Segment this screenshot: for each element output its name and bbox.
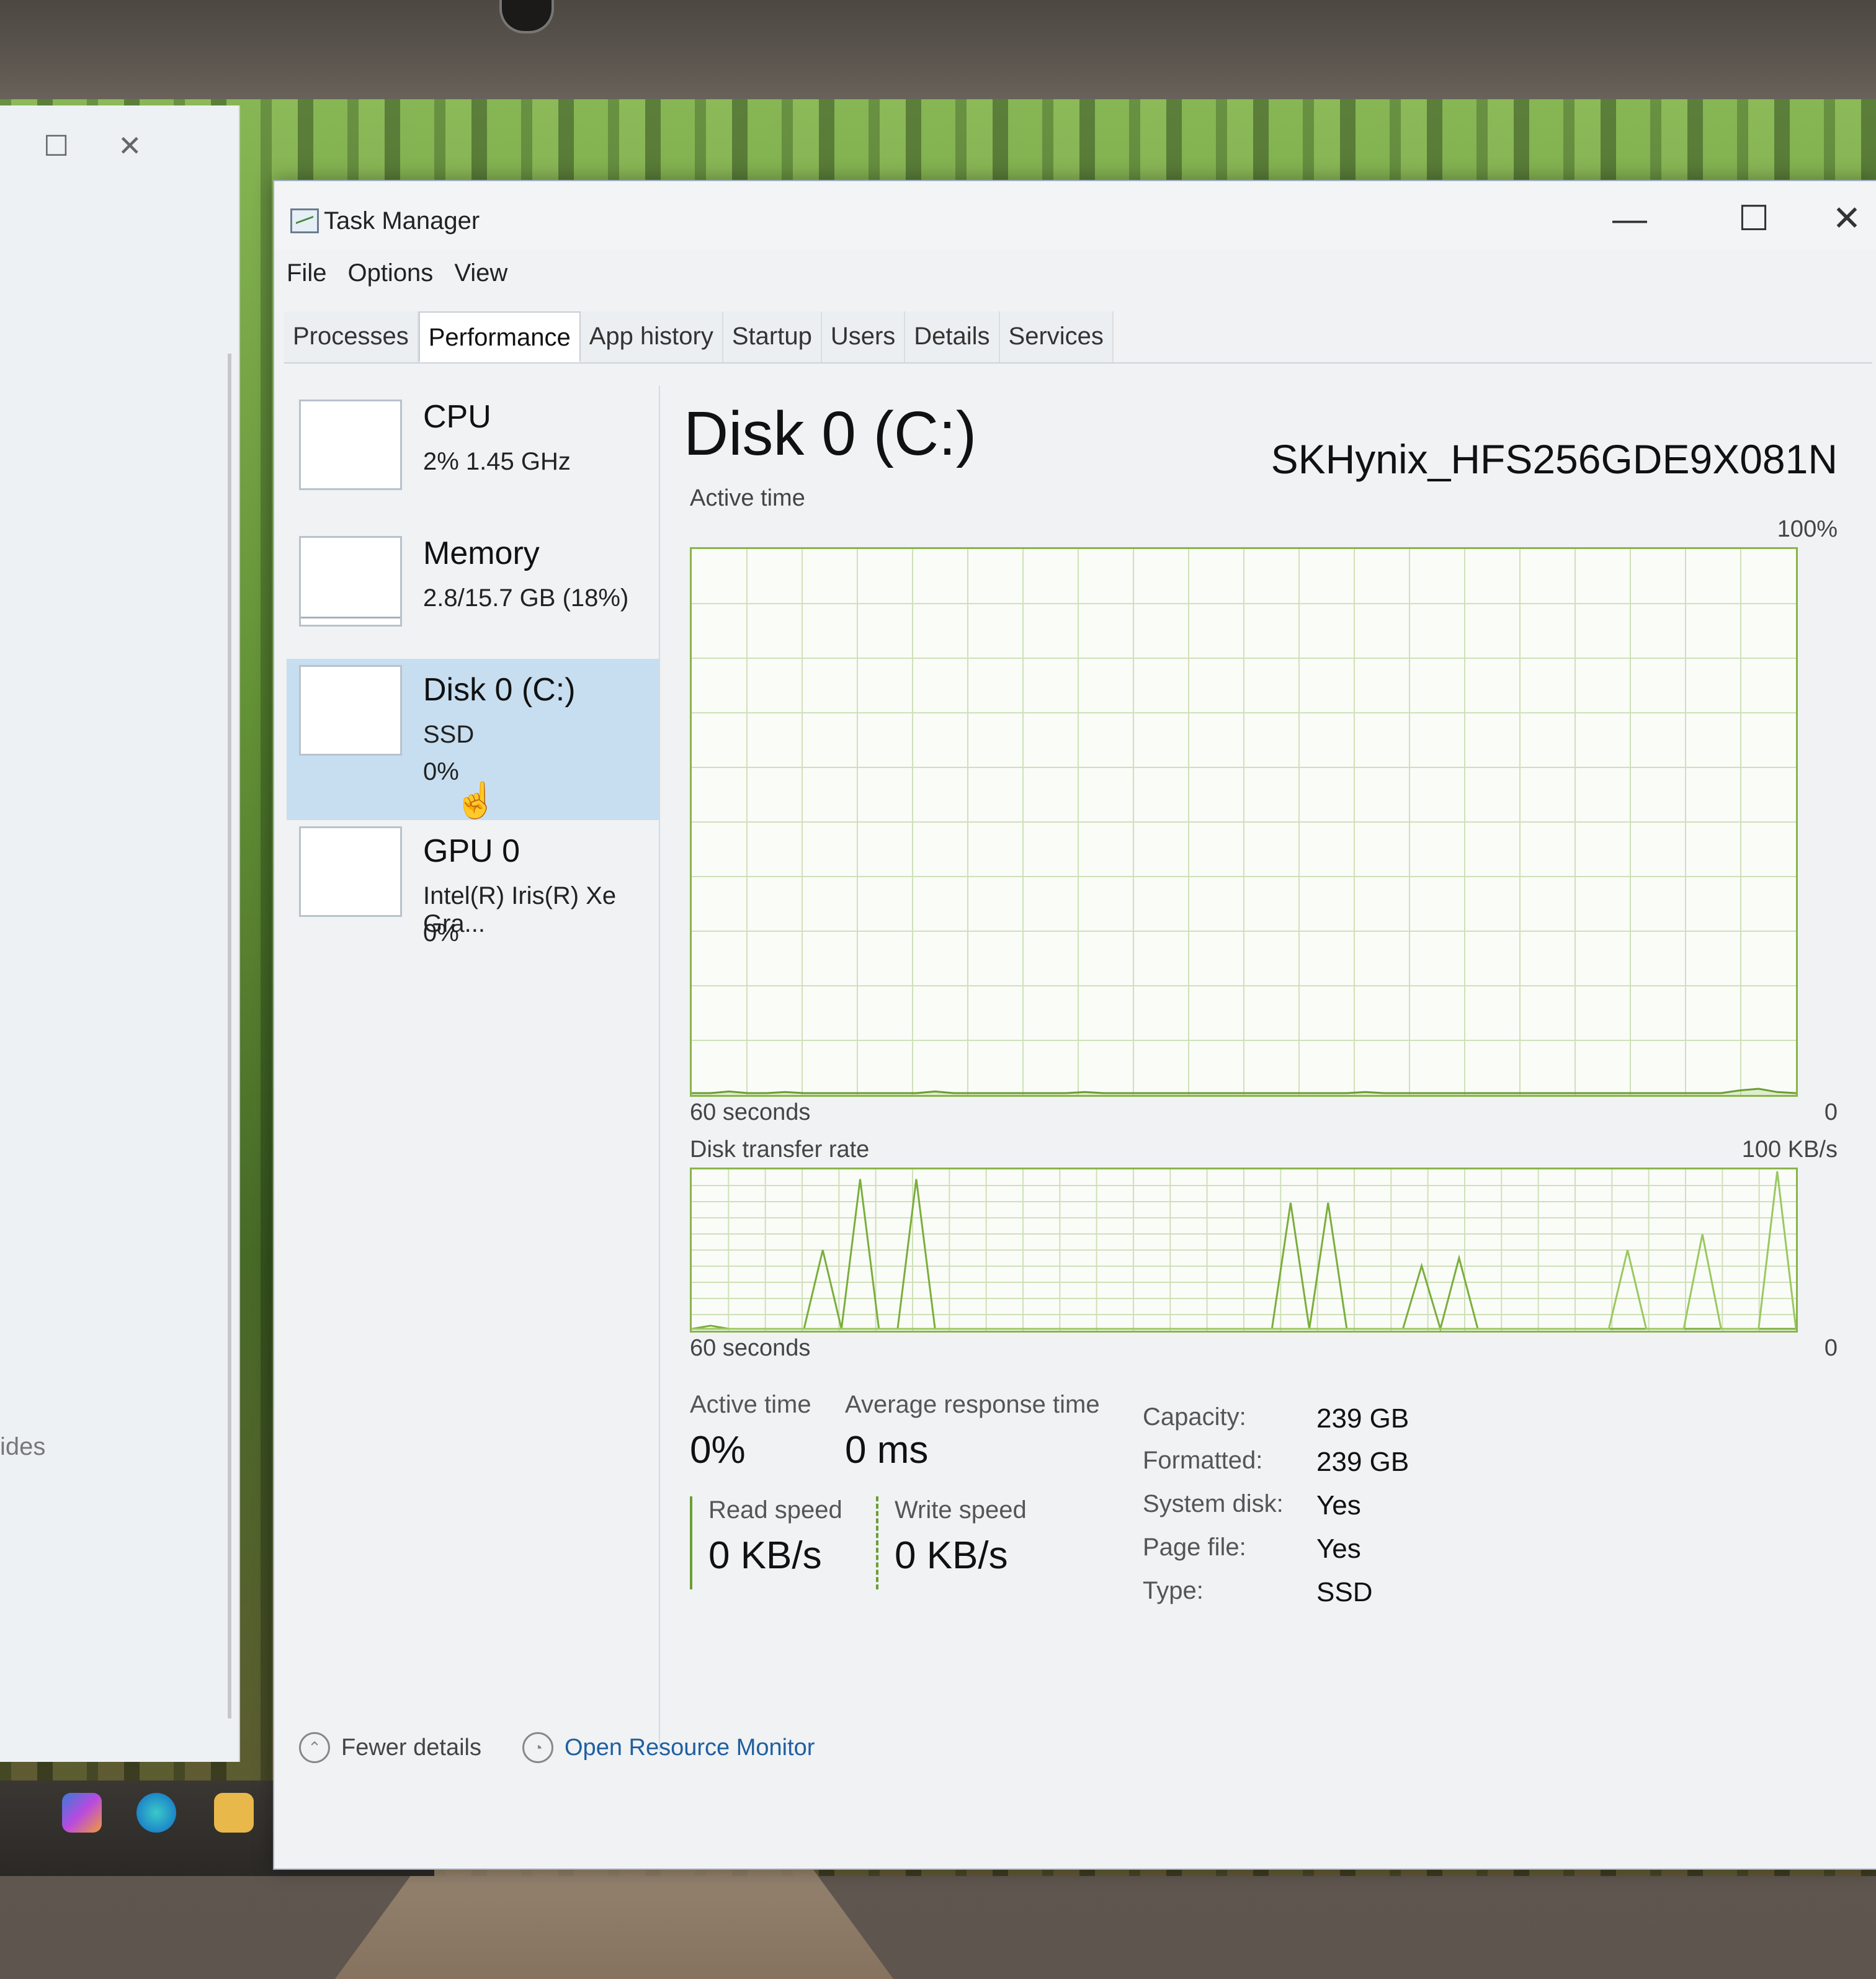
gpu-thumbnail — [299, 826, 402, 917]
laptop-bezel — [0, 0, 1876, 102]
transfer-rate-chart — [690, 1168, 1798, 1333]
read-speed-label: Read speed — [708, 1496, 842, 1524]
property-formatted-key: Formatted: — [1143, 1447, 1263, 1474]
property-type-key: Type: — [1143, 1577, 1204, 1604]
tab-processes[interactable]: Processes — [284, 311, 419, 362]
maximize-button[interactable]: ☐ — [1720, 194, 1788, 243]
menu-file[interactable]: File — [287, 259, 326, 287]
background-window-text: ides — [0, 1433, 46, 1460]
sidebar-item-label: CPU — [423, 399, 491, 435]
transfer-rate-chart-duration: 60 seconds — [690, 1335, 811, 1361]
active-time-chart-duration: 60 seconds — [690, 1099, 811, 1125]
mouse-pointer-icon: ☝ — [454, 780, 498, 820]
chevron-up-icon: ⌃ — [299, 1732, 330, 1763]
sidebar-item-label: Disk 0 (C:) — [423, 672, 576, 708]
read-speed-indicator — [690, 1496, 692, 1589]
property-page-file-key: Page file: — [1143, 1534, 1246, 1561]
sidebar-item-detail: 2% 1.45 GHz — [423, 448, 571, 475]
active-time-min-label: 0 — [1824, 1099, 1838, 1125]
tab-performance[interactable]: Performance — [418, 311, 581, 362]
active-time-stat-value: 0% — [690, 1429, 746, 1472]
transfer-rate-max-label: 100 KB/s — [1741, 1137, 1838, 1163]
close-icon[interactable]: ✕ — [118, 129, 142, 163]
active-time-chart — [690, 547, 1798, 1097]
sidebar-item-disk[interactable]: Disk 0 (C:) SSD 0% ☝ — [287, 659, 659, 820]
tab-services[interactable]: Services — [999, 311, 1114, 362]
avg-response-stat-value: 0 ms — [845, 1429, 929, 1472]
window-title: Task Manager — [324, 207, 480, 235]
open-resource-monitor-link[interactable]: ◔ Open Resource Monitor — [522, 1732, 815, 1763]
edge-icon[interactable] — [136, 1793, 176, 1833]
sidebar-item-usage: 0% — [423, 919, 459, 947]
scrollbar[interactable] — [228, 354, 231, 1718]
fewer-details-label: Fewer details — [341, 1734, 481, 1761]
disk-detail-panel: Disk 0 (C:) SKHynix_HFS256GDE9X081N Acti… — [684, 386, 1862, 1751]
active-time-chart-label: Active time — [690, 485, 805, 511]
transfer-rate-chart-svg — [692, 1169, 1796, 1331]
resource-monitor-icon: ◔ — [522, 1732, 553, 1763]
read-speed-value: 0 KB/s — [708, 1534, 822, 1577]
tab-bar: Processes Performance App history Startu… — [284, 311, 1872, 364]
transfer-rate-min-label: 0 — [1824, 1335, 1838, 1361]
page-title: Disk 0 (C:) — [684, 399, 977, 468]
footer: ⌃ Fewer details ◔ Open Resource Monitor — [299, 1732, 1043, 1782]
open-resource-monitor-label: Open Resource Monitor — [565, 1734, 815, 1761]
close-button[interactable]: ✕ — [1813, 194, 1876, 243]
tab-details[interactable]: Details — [905, 311, 1000, 362]
task-manager-window: Task Manager — ☐ ✕ File Options View Pro… — [273, 180, 1876, 1870]
property-capacity-value: 239 GB — [1316, 1403, 1409, 1434]
active-time-stat-label: Active time — [690, 1391, 811, 1418]
active-time-chart-svg — [692, 549, 1796, 1095]
transfer-rate-chart-label: Disk transfer rate — [690, 1137, 870, 1163]
avg-response-stat-label: Average response time — [845, 1391, 1100, 1418]
sidebar-item-label: Memory — [423, 535, 540, 571]
sidebar-item-gpu[interactable]: GPU 0 Intel(R) Iris(R) Xe Gra... 0% — [287, 820, 659, 969]
property-page-file-value: Yes — [1316, 1534, 1361, 1564]
performance-sidebar: CPU 2% 1.45 GHz Memory 2.8/15.7 GB (18%)… — [287, 386, 660, 1751]
active-time-max-label: 100% — [1777, 516, 1838, 542]
task-manager-icon — [290, 208, 319, 233]
sidebar-item-label: GPU 0 — [423, 833, 520, 869]
sidebar-item-memory[interactable]: Memory 2.8/15.7 GB (18%) — [287, 522, 659, 671]
menu-options[interactable]: Options — [347, 259, 433, 287]
tab-app-history[interactable]: App history — [580, 311, 723, 362]
menu-bar: File Options View — [287, 259, 507, 287]
tab-startup[interactable]: Startup — [723, 311, 822, 362]
tab-users[interactable]: Users — [821, 311, 906, 362]
fewer-details-button[interactable]: ⌃ Fewer details — [299, 1732, 481, 1763]
maximize-icon[interactable]: ☐ — [43, 129, 69, 163]
sidebar-item-type: SSD — [423, 721, 475, 748]
write-speed-value: 0 KB/s — [895, 1534, 1008, 1577]
disk-thumbnail — [299, 665, 402, 756]
property-system-disk-key: System disk: — [1143, 1490, 1284, 1517]
title-bar[interactable]: Task Manager — ☐ ✕ — [274, 181, 1876, 249]
copilot-icon[interactable] — [62, 1793, 102, 1833]
sidebar-item-detail: 2.8/15.7 GB (18%) — [423, 584, 629, 612]
property-capacity-key: Capacity: — [1143, 1403, 1246, 1431]
menu-view[interactable]: View — [454, 259, 507, 287]
property-type-value: SSD — [1316, 1577, 1373, 1607]
cpu-thumbnail — [299, 400, 402, 490]
disk-model: SKHynix_HFS256GDE9X081N — [1271, 436, 1838, 482]
file-explorer-icon[interactable] — [214, 1793, 254, 1833]
webcam — [499, 0, 554, 34]
background-window: ☐ ✕ ides — [0, 105, 240, 1762]
write-speed-indicator — [876, 1496, 881, 1589]
write-speed-label: Write speed — [895, 1496, 1027, 1524]
minimize-button[interactable]: — — [1596, 194, 1664, 243]
sidebar-item-cpu[interactable]: CPU 2% 1.45 GHz — [287, 386, 659, 535]
property-formatted-value: 239 GB — [1316, 1447, 1409, 1477]
memory-thumbnail — [299, 536, 402, 627]
property-system-disk-value: Yes — [1316, 1490, 1361, 1521]
